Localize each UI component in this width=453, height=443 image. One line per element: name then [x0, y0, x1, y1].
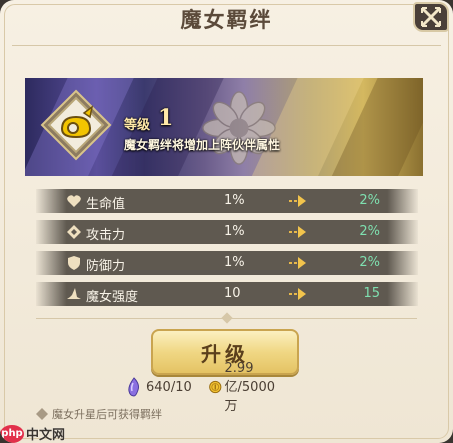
banner-description: 魔女羁绊将增加上阵伙伴属性 — [124, 138, 281, 152]
witch-hat-icon — [67, 288, 81, 299]
stat-next: 2% — [359, 193, 380, 208]
bond-panel: 魔女羁绊 等级 1 魔女羁绊将增加上阵伙伴属性 生命值 1% 2% 攻击力 1%… — [0, 0, 453, 443]
attack-icon — [67, 225, 81, 239]
section-divider — [36, 318, 417, 319]
stat-next: 2% — [359, 255, 380, 270]
stat-name: 攻击力 — [86, 228, 126, 243]
stat-row-hp: 生命值 1% 2% — [36, 189, 418, 213]
cost-crystal-value: 640/10 — [146, 379, 192, 395]
close-button[interactable] — [413, 2, 449, 32]
level-value: 1 — [158, 105, 174, 131]
cost-gold: 2.99亿/5000万 — [209, 361, 282, 414]
header-divider — [12, 45, 441, 46]
stat-row-witch-power: 魔女强度 10 15 — [36, 282, 418, 306]
stat-next: 2% — [359, 224, 380, 239]
stat-list: 生命值 1% 2% 攻击力 1% 2% 防御力 1% 2% 魔女强度 10 15 — [36, 189, 418, 313]
stat-current: 1% — [224, 255, 245, 270]
lotus-emblem-icon — [202, 91, 276, 165]
info-icon — [36, 408, 48, 420]
arrow-right-icon — [289, 226, 306, 238]
stat-current: 10 — [224, 286, 241, 301]
stat-name: 防御力 — [86, 259, 126, 274]
page-title: 魔女羁绊 — [180, 7, 273, 32]
arrow-right-icon — [289, 195, 306, 207]
shield-icon — [68, 256, 80, 270]
cost-crystal: 640/10 — [125, 376, 192, 398]
cost-gold-value: 2.99亿/5000万 — [224, 360, 275, 414]
stat-current: 1% — [224, 224, 245, 239]
stat-current: 1% — [224, 193, 245, 208]
arrow-right-icon — [289, 257, 306, 269]
gold-coin-icon — [209, 380, 222, 394]
close-icon — [421, 7, 441, 27]
watermark-text: 中文网 — [26, 428, 66, 443]
hint-text: 魔女升星后可获得羁绊 — [52, 408, 162, 421]
header: 魔女羁绊 — [0, 0, 453, 34]
hint: 魔女升星后可获得羁绊 — [36, 406, 162, 422]
purple-crystal-icon — [128, 377, 139, 397]
arrow-right-icon — [289, 288, 306, 300]
stat-row-attack: 攻击力 1% 2% — [36, 220, 418, 244]
stat-name: 魔女强度 — [86, 290, 139, 305]
heart-icon — [67, 195, 81, 207]
stat-row-defense: 防御力 1% 2% — [36, 251, 418, 275]
watermark-logo: php — [0, 424, 24, 443]
stat-next: 15 — [363, 286, 380, 301]
witch-badge-icon — [40, 89, 112, 161]
site-watermark: php 中文网 — [0, 424, 65, 443]
stat-name: 生命值 — [86, 197, 126, 212]
level-label: 等级 — [124, 118, 151, 133]
